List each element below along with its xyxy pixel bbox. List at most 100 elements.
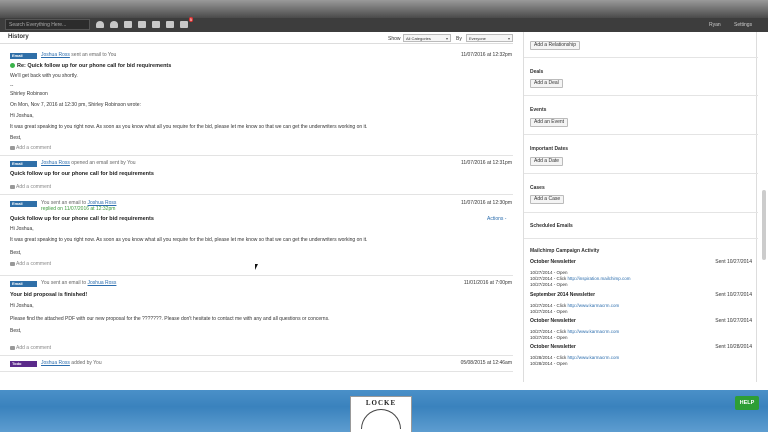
campaign-activity: 10/27/2014 - Click http://www.karmacrm.c… bbox=[530, 329, 619, 334]
deals-title: Deals bbox=[530, 69, 544, 75]
divider bbox=[524, 212, 758, 213]
settings-link[interactable]: Settings bbox=[734, 22, 752, 28]
entry-meta: Joshua Ross sent an email to You bbox=[41, 52, 116, 58]
add-comment-link[interactable]: Add a comment bbox=[10, 184, 51, 190]
campaign-activity: 10/27/2014 - Click http://www.karmacrm.c… bbox=[530, 303, 619, 308]
history-header: History Show All Categories ▾ By Everyone… bbox=[0, 32, 513, 44]
add-comment-link[interactable]: Add a comment bbox=[10, 261, 51, 267]
events-title: Events bbox=[530, 107, 547, 113]
contact-link[interactable]: Joshua Ross bbox=[88, 280, 117, 286]
entry-meta-text: added by You bbox=[69, 360, 102, 366]
add-comment-label: Add a comment bbox=[16, 345, 52, 351]
inbox-icon[interactable] bbox=[137, 20, 147, 29]
contact-link[interactable]: Joshua Ross bbox=[41, 52, 70, 58]
activity-link[interactable]: http://www.karmacrm.com bbox=[568, 303, 620, 308]
body-line: Shirley Robinson bbox=[10, 91, 48, 97]
body-line: Hi Joshua, bbox=[10, 226, 34, 232]
cases-title: Cases bbox=[530, 185, 545, 191]
activity-text: 10/27/2014 - Click bbox=[530, 329, 568, 334]
mouse-cursor-icon bbox=[255, 264, 258, 270]
campaign-name: October Newsletter bbox=[530, 318, 576, 324]
entry-subject[interactable]: Quick follow up for our phone call for b… bbox=[10, 216, 154, 222]
add-comment-link[interactable]: Add a comment bbox=[10, 345, 51, 351]
notifications-icon[interactable]: 5 bbox=[179, 17, 193, 29]
comment-icon bbox=[10, 345, 15, 350]
add-comment-label: Add a comment bbox=[16, 261, 52, 267]
user-menu[interactable]: Ryan bbox=[709, 22, 721, 28]
activity-text: 10/28/2014 - Click bbox=[530, 355, 568, 360]
body-line: Best, bbox=[10, 135, 22, 141]
building-icon[interactable] bbox=[123, 20, 133, 29]
history-panel: History Show All Categories ▾ By Everyone… bbox=[0, 32, 513, 390]
entry-date: 11/07/2016 at 12:32pm bbox=[460, 52, 512, 58]
comment-icon bbox=[10, 261, 15, 266]
by-select[interactable]: Everyone ▾ bbox=[466, 34, 513, 42]
body-line: It was great speaking to you right now. … bbox=[10, 237, 368, 243]
campaign-name: October Newsletter bbox=[530, 344, 576, 350]
body-line: Hi Joshua, bbox=[10, 113, 34, 119]
entry-meta: Joshua Ross added by You bbox=[41, 360, 102, 366]
activity-link[interactable]: http://www.karmacrm.com bbox=[568, 355, 620, 360]
campaign-sent-date: Sent 10/27/2014 bbox=[715, 292, 752, 298]
campaign-activity: 10/27/2014 - Open bbox=[530, 309, 568, 314]
entry-meta-text: You sent an email to bbox=[41, 280, 88, 286]
search-input[interactable]: Search Everything Here... bbox=[5, 19, 90, 30]
campaign-sent-date: Sent 10/28/2014 bbox=[715, 344, 752, 350]
email-tag: Email bbox=[10, 161, 37, 167]
actions-dropdown[interactable]: Actions - bbox=[487, 216, 506, 222]
show-label: Show bbox=[388, 36, 401, 42]
person-icon[interactable] bbox=[95, 20, 105, 29]
entry-date: 11/01/2016 at 7:00pm bbox=[463, 280, 512, 286]
by-label: By bbox=[456, 36, 462, 42]
right-sidebar: Add a Relationship Deals Add a Deal Even… bbox=[523, 32, 758, 382]
status-dot-icon bbox=[10, 63, 15, 69]
calendar-icon[interactable] bbox=[151, 20, 161, 29]
people-icon[interactable] bbox=[109, 20, 119, 29]
add-comment-label: Add a comment bbox=[16, 184, 52, 190]
add-comment-link[interactable]: Add a comment bbox=[10, 145, 51, 151]
add-relationship-button[interactable]: Add a Relationship bbox=[530, 41, 580, 50]
activity-link[interactable]: http://www.karmacrm.com bbox=[568, 329, 620, 334]
campaign-sent-date: Sent 10/27/2014 bbox=[715, 318, 752, 324]
scheduled-emails-title: Scheduled Emails bbox=[530, 223, 573, 229]
campaign-activity: 10/27/2014 - Open bbox=[530, 335, 568, 340]
entry-subject[interactable]: Re: Quick follow up for our phone call f… bbox=[10, 63, 171, 69]
top-navigation-bar: Search Everything Here... 5 Ryan Setting… bbox=[0, 17, 768, 32]
important-dates-title: Important Dates bbox=[530, 146, 569, 152]
category-select[interactable]: All Categories ▾ bbox=[403, 34, 451, 42]
divider bbox=[524, 134, 758, 135]
entry-meta-text: sent an email to You bbox=[69, 52, 117, 58]
divider bbox=[524, 238, 758, 239]
mail-icon[interactable] bbox=[165, 20, 175, 29]
activity-link[interactable]: http://inspiration.mailchimp.com bbox=[568, 276, 631, 281]
add-case-button[interactable]: Add a Case bbox=[530, 195, 565, 204]
add-deal-button[interactable]: Add a Deal bbox=[530, 79, 563, 88]
chevron-down-icon: ▾ bbox=[507, 36, 510, 41]
entry-subject[interactable]: Quick follow up for our phone call for b… bbox=[10, 171, 154, 177]
campaign-sent-date: Sent 10/27/2014 bbox=[715, 259, 752, 265]
history-entry: Todo Joshua Ross added by You 05/08/2015… bbox=[0, 356, 513, 372]
campaign-activity: 10/27/2014 - Open bbox=[530, 282, 568, 287]
todo-tag: Todo bbox=[10, 361, 37, 367]
entry-subject[interactable]: Your bid proposal is finished! bbox=[10, 292, 87, 298]
campaign-name: September 2014 Newsletter bbox=[530, 292, 596, 298]
by-select-value: Everyone bbox=[469, 36, 486, 41]
add-date-button[interactable]: Add a Date bbox=[530, 157, 564, 166]
body-line: Best, bbox=[10, 328, 22, 334]
contact-link[interactable]: Joshua Ross bbox=[41, 360, 70, 366]
comment-icon bbox=[10, 184, 15, 189]
body-line: -- bbox=[10, 83, 14, 89]
notification-badge: 5 bbox=[188, 17, 193, 22]
contact-link[interactable]: Joshua Ross bbox=[41, 160, 70, 166]
history-entry: Email Joshua Ross opened an email sent b… bbox=[0, 156, 513, 195]
divider bbox=[524, 57, 758, 58]
add-event-button[interactable]: Add an Event bbox=[530, 118, 569, 127]
add-comment-label: Add a comment bbox=[16, 145, 52, 151]
history-title: History bbox=[8, 34, 29, 40]
scrollbar[interactable] bbox=[762, 190, 766, 260]
help-button[interactable]: HELP bbox=[735, 396, 759, 410]
category-select-value: All Categories bbox=[406, 36, 431, 41]
campaign-activity: 10/28/2014 - Click http://www.karmacrm.c… bbox=[530, 355, 619, 360]
campaign-name: October Newsletter bbox=[530, 259, 576, 265]
activity-text: 10/27/2014 - Click bbox=[530, 303, 568, 308]
